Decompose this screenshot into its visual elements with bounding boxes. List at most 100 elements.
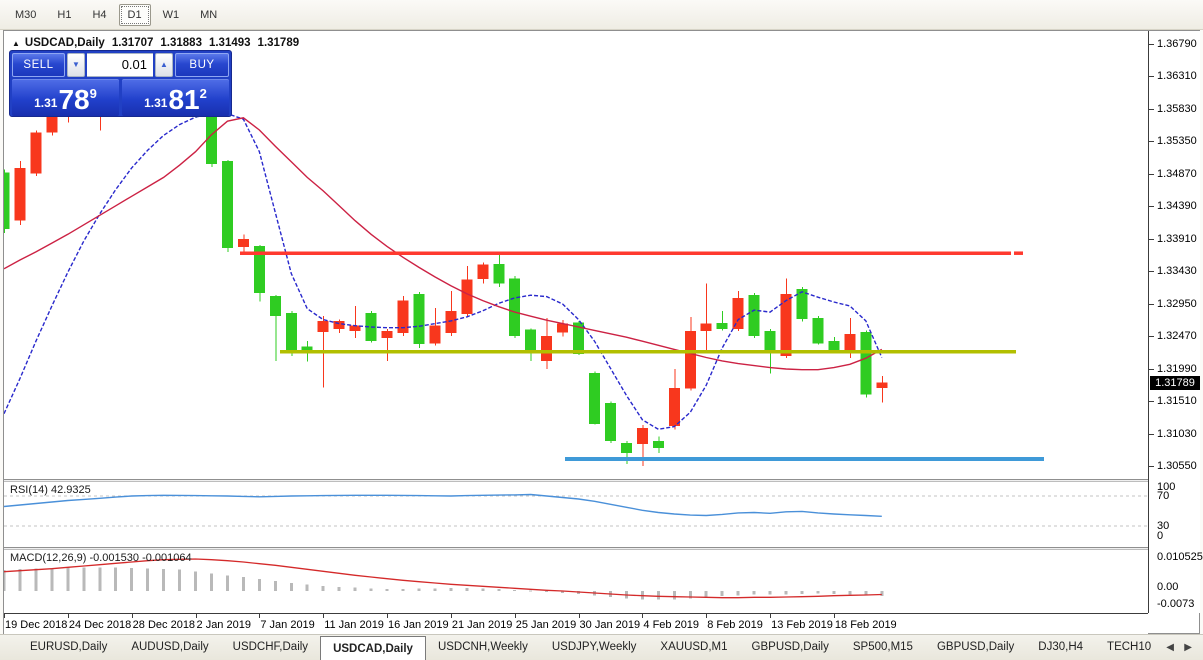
- timeframe-button-d1[interactable]: D1: [119, 4, 151, 26]
- date-tick-mark: [642, 614, 643, 618]
- date-tick-label: 25 Jan 2019: [516, 619, 577, 631]
- timeframe-toolbar: M30H1H4D1W1MN: [0, 0, 1203, 30]
- tab-gbpusd-daily[interactable]: GBPUSD,Daily: [740, 635, 841, 660]
- volume-increase-button[interactable]: ▲: [155, 53, 173, 77]
- volume-input[interactable]: 0.01: [87, 53, 153, 77]
- price-tick-mark: [1149, 206, 1154, 207]
- price-axis[interactable]: 1.36790 1.36310 1.35830 1.35350 1.34870 1.343…: [1148, 31, 1200, 613]
- chart-tab-bar: EURUSD,DailyAUDUSD,DailyUSDCHF,DailyUSDC…: [0, 634, 1203, 660]
- timeframe-button-h1[interactable]: H1: [48, 4, 80, 26]
- price-tick-label: 1.34870: [1157, 168, 1197, 180]
- sell-button[interactable]: SELL: [12, 53, 65, 77]
- tab-gbpusd-daily[interactable]: GBPUSD,Daily: [925, 635, 1026, 660]
- price-tick-label: 1.32470: [1157, 330, 1197, 342]
- date-tick-mark: [259, 614, 260, 618]
- timeframe-button-w1[interactable]: W1: [154, 4, 189, 26]
- price-tick-mark: [1149, 239, 1154, 240]
- ask-price-prefix: 1.31: [144, 96, 167, 110]
- bid-price-pip: 9: [90, 86, 97, 101]
- tab-scroll-right-icon[interactable]: ▶: [1181, 642, 1195, 653]
- price-tick-label: 1.36310: [1157, 70, 1197, 82]
- macd-scale-label: 0.010525: [1157, 551, 1203, 563]
- date-tick-label: 4 Feb 2019: [643, 619, 699, 631]
- buy-button[interactable]: BUY: [175, 53, 229, 77]
- price-tick-label: 1.35830: [1157, 103, 1197, 115]
- tab-sp500-m15[interactable]: SP500,M15: [841, 635, 925, 660]
- chart-title: ▲ USDCAD,Daily 1.31707 1.31883 1.31493 1…: [12, 37, 299, 49]
- tab-usdjpy-weekly[interactable]: USDJPY,Weekly: [540, 635, 649, 660]
- date-tick-mark: [196, 614, 197, 618]
- price-tick-mark: [1149, 401, 1154, 402]
- macd-signal-line: [4, 559, 882, 598]
- bid-price-display[interactable]: 1.31 78 9: [12, 79, 119, 116]
- price-tick-mark: [1149, 44, 1154, 45]
- date-tick-label: 13 Feb 2019: [771, 619, 833, 631]
- date-tick-label: 18 Feb 2019: [835, 619, 897, 631]
- date-tick-mark: [132, 614, 133, 618]
- date-tick-mark: [579, 614, 580, 618]
- volume-decrease-button[interactable]: ▼: [67, 53, 85, 77]
- date-tick-mark: [68, 614, 69, 618]
- date-tick-label: 21 Jan 2019: [452, 619, 513, 631]
- timeframe-button-mn[interactable]: MN: [191, 4, 226, 26]
- bid-price-prefix: 1.31: [34, 96, 57, 110]
- ma-fast-line: [4, 114, 882, 430]
- date-tick-mark: [706, 614, 707, 618]
- macd-scale-label: -0.0073: [1157, 598, 1194, 610]
- date-tick-mark: [515, 614, 516, 618]
- rsi-scale-label: 70: [1157, 490, 1169, 502]
- date-tick-label: 28 Dec 2018: [133, 619, 195, 631]
- price-tick-label: 1.30550: [1157, 460, 1197, 472]
- tab-scroll-left-icon[interactable]: ◀: [1163, 642, 1177, 653]
- date-axis[interactable]: 19 Dec 201824 Dec 201828 Dec 20182 Jan 2…: [4, 613, 1148, 634]
- rsi-scale-label: 0: [1157, 530, 1163, 542]
- price-tick-mark: [1149, 304, 1154, 305]
- price-tick-label: 1.34390: [1157, 200, 1197, 212]
- current-price-tag: 1.31789: [1150, 376, 1200, 390]
- rsi-indicator-pane[interactable]: RSI(14) 42.9325: [4, 482, 1148, 547]
- ask-price-display[interactable]: 1.31 81 2: [122, 79, 229, 116]
- price-tick-mark: [1149, 434, 1154, 435]
- tab-usdchf-daily[interactable]: USDCHF,Daily: [221, 635, 320, 660]
- tab-dj30-h4[interactable]: DJ30,H4: [1026, 635, 1095, 660]
- ohlc-low: 1.31493: [209, 37, 251, 49]
- timeframe-button-m30[interactable]: M30: [6, 4, 45, 26]
- date-tick-label: 8 Feb 2019: [707, 619, 763, 631]
- rsi-label: RSI(14) 42.9325: [10, 484, 91, 496]
- mt4-application: M30H1H4D1W1MN ▲ USDCAD,Daily 1.31707 1.3…: [0, 0, 1203, 660]
- tab-eurusd-daily[interactable]: EURUSD,Daily: [18, 635, 119, 660]
- price-tick-label: 1.32950: [1157, 298, 1197, 310]
- price-tick-label: 1.31030: [1157, 428, 1197, 440]
- price-tick-label: 1.31990: [1157, 363, 1197, 375]
- price-tick-label: 1.35350: [1157, 135, 1197, 147]
- price-tick-label: 1.36790: [1157, 38, 1197, 50]
- date-tick-label: 2 Jan 2019: [197, 619, 251, 631]
- one-click-trading-panel: SELL ▼ 0.01 ▲ BUY 1.31 78 9 1.31 81 2: [9, 50, 232, 117]
- tab-usdcad-daily[interactable]: USDCAD,Daily: [320, 636, 426, 660]
- date-tick-label: 24 Dec 2018: [69, 619, 131, 631]
- ohlc-close: 1.31789: [258, 37, 300, 49]
- macd-indicator-pane[interactable]: MACD(12,26,9) -0.001530 -0.001064: [4, 550, 1148, 613]
- date-tick-label: 19 Dec 2018: [5, 619, 67, 631]
- ask-price-main: 81: [168, 85, 199, 115]
- ohlc-high: 1.31883: [160, 37, 202, 49]
- date-tick-label: 16 Jan 2019: [388, 619, 449, 631]
- price-tick-mark: [1149, 466, 1154, 467]
- timeframe-button-h4[interactable]: H4: [83, 4, 115, 26]
- date-tick-mark: [451, 614, 452, 618]
- ohlc-open: 1.31707: [112, 37, 154, 49]
- tab-usdcnh-weekly[interactable]: USDCNH,Weekly: [426, 635, 540, 660]
- date-tick-mark: [770, 614, 771, 618]
- price-tick-label: 1.31510: [1157, 395, 1197, 407]
- price-tick-label: 1.33910: [1157, 233, 1197, 245]
- symbol-marker-icon: ▲: [12, 39, 20, 48]
- price-tick-mark: [1149, 141, 1154, 142]
- bid-price-main: 78: [58, 85, 89, 115]
- tab-audusd-daily[interactable]: AUDUSD,Daily: [119, 635, 220, 660]
- chart-symbol-label: USDCAD,Daily: [25, 37, 105, 49]
- tab-tech10[interactable]: TECH10: [1095, 635, 1163, 660]
- macd-label: MACD(12,26,9) -0.001530 -0.001064: [10, 552, 192, 564]
- date-tick-label: 11 Jan 2019: [324, 619, 384, 631]
- tab-xauusd-m1[interactable]: XAUUSD,M1: [648, 635, 739, 660]
- price-tick-mark: [1149, 369, 1154, 370]
